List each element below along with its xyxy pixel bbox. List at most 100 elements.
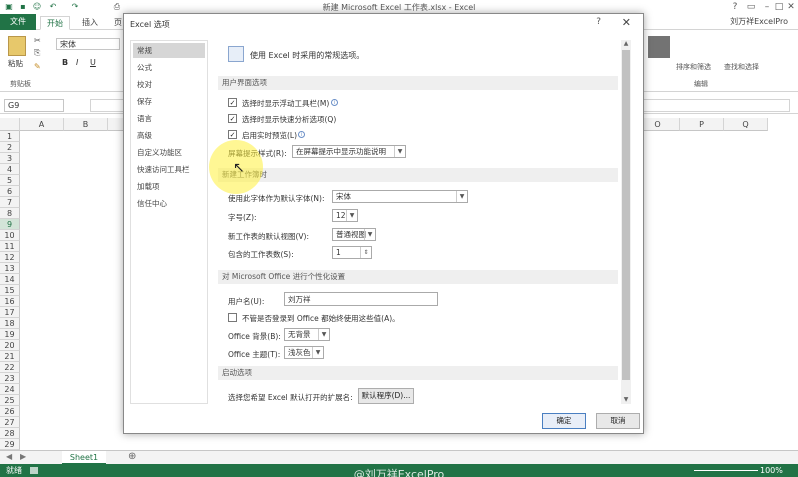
- chevron-down-icon: ▼: [456, 191, 467, 202]
- always-use-checkbox[interactable]: [228, 313, 237, 322]
- row-header[interactable]: 24: [0, 384, 20, 395]
- logo-watermark-icon: [648, 36, 670, 58]
- ok-button[interactable]: 确定: [542, 413, 586, 429]
- copy-icon[interactable]: ⎘: [34, 48, 40, 58]
- column-header[interactable]: Q: [724, 118, 768, 131]
- default-font-label: 使用此字体作为默认字体(N):: [228, 194, 325, 203]
- font-name-box[interactable]: 宋体: [56, 38, 120, 50]
- row-header[interactable]: 21: [0, 351, 20, 362]
- paste-icon[interactable]: [8, 36, 26, 56]
- clipboard-group-label: 剪贴板: [10, 80, 31, 88]
- theme-select[interactable]: 浅灰色 ▼: [284, 346, 324, 359]
- row-header[interactable]: 28: [0, 428, 20, 439]
- underline-button[interactable]: U: [90, 58, 96, 67]
- row-header[interactable]: 9: [0, 219, 20, 230]
- scrollbar-thumb[interactable]: [622, 50, 630, 380]
- row-header[interactable]: 18: [0, 318, 20, 329]
- dialog-help-button[interactable]: ?: [596, 17, 601, 27]
- row-header[interactable]: 6: [0, 186, 20, 197]
- nav-item-add-ins[interactable]: 加载项: [133, 179, 205, 194]
- row-header[interactable]: 13: [0, 263, 20, 274]
- row-header[interactable]: 4: [0, 164, 20, 175]
- screentip-select[interactable]: 在屏幕提示中显示功能说明 ▼: [292, 145, 406, 158]
- nav-item-formulas[interactable]: 公式: [133, 60, 205, 75]
- nav-item-customize-ribbon[interactable]: 自定义功能区: [133, 145, 205, 160]
- cancel-button[interactable]: 取消: [596, 413, 640, 429]
- italic-button[interactable]: I: [76, 58, 78, 67]
- nav-item-save[interactable]: 保存: [133, 94, 205, 109]
- close-icon[interactable]: ✕: [784, 1, 798, 13]
- format-painter-icon[interactable]: ✎: [34, 62, 41, 71]
- section-new-workbook: 新建工作簿时: [218, 168, 618, 182]
- sheet-scroll-right-icon[interactable]: ▶: [20, 452, 26, 461]
- nav-item-advanced[interactable]: 高级: [133, 128, 205, 143]
- nav-item-trust-center[interactable]: 信任中心: [133, 196, 205, 211]
- default-view-select[interactable]: 普通视图 ▼: [332, 228, 376, 241]
- section-ui-options: 用户界面选项: [218, 76, 618, 90]
- select-all-corner[interactable]: [0, 118, 20, 131]
- excel-window-title: 新建 Microsoft Excel 工作表.xlsx - Excel: [322, 3, 476, 12]
- quick-analysis-checkbox[interactable]: ✓: [228, 114, 237, 123]
- options-scrollbar[interactable]: ▲ ▼: [621, 40, 631, 404]
- row-header[interactable]: 1: [0, 131, 20, 142]
- sheet-count-stepper[interactable]: 1 ⇕: [332, 246, 372, 259]
- row-header[interactable]: 25: [0, 395, 20, 406]
- bold-button[interactable]: B: [62, 58, 68, 67]
- row-header[interactable]: 5: [0, 175, 20, 186]
- section-startup: 启动选项: [218, 366, 618, 380]
- cut-icon[interactable]: ✂: [34, 36, 41, 45]
- row-header[interactable]: 17: [0, 307, 20, 318]
- tab-home[interactable]: 开始: [40, 16, 70, 30]
- row-header[interactable]: 14: [0, 274, 20, 285]
- account-name[interactable]: 刘万祥ExcelPro: [730, 16, 788, 27]
- row-header[interactable]: 23: [0, 373, 20, 384]
- tab-file[interactable]: 文件: [0, 14, 36, 30]
- username-input[interactable]: 刘万祥: [284, 292, 438, 306]
- find-select-label[interactable]: 查找和选择: [724, 62, 759, 72]
- default-programs-button[interactable]: 默认程序(D)...: [358, 388, 414, 404]
- help-icon[interactable]: ?: [728, 1, 742, 13]
- row-header[interactable]: 11: [0, 241, 20, 252]
- mini-toolbar-checkbox[interactable]: ✓: [228, 98, 237, 107]
- column-header[interactable]: P: [680, 118, 724, 131]
- row-header[interactable]: 3: [0, 153, 20, 164]
- sheet-count-label: 包含的工作表数(S):: [228, 250, 294, 259]
- row-header[interactable]: 7: [0, 197, 20, 208]
- column-header[interactable]: A: [20, 118, 64, 131]
- row-header[interactable]: 27: [0, 417, 20, 428]
- row-header[interactable]: 19: [0, 329, 20, 340]
- row-header[interactable]: 10: [0, 230, 20, 241]
- default-font-select[interactable]: 宋体 ▼: [332, 190, 468, 203]
- row-header[interactable]: 29: [0, 439, 20, 450]
- row-header[interactable]: 12: [0, 252, 20, 263]
- scroll-down-icon[interactable]: ▼: [621, 396, 631, 404]
- font-size-select[interactable]: 12 ▼: [332, 209, 358, 222]
- chevron-down-icon: ▼: [346, 210, 357, 221]
- chevron-down-icon: ▼: [318, 329, 329, 340]
- row-header[interactable]: 20: [0, 340, 20, 351]
- nav-item-general[interactable]: 常规: [133, 43, 205, 58]
- row-header[interactable]: 26: [0, 406, 20, 417]
- name-box[interactable]: G9: [4, 99, 64, 112]
- row-header[interactable]: 16: [0, 296, 20, 307]
- row-header[interactable]: 22: [0, 362, 20, 373]
- new-sheet-icon[interactable]: ⊕: [128, 451, 136, 462]
- sort-filter-label[interactable]: 排序和筛选: [676, 62, 711, 72]
- column-header[interactable]: B: [64, 118, 108, 131]
- ribbon-display-icon[interactable]: ▭: [744, 1, 758, 13]
- nav-item-proofing[interactable]: 校对: [133, 77, 205, 92]
- scroll-up-icon[interactable]: ▲: [621, 40, 631, 48]
- quick-analysis-label: 选择时显示快速分析选项(Q): [242, 115, 337, 124]
- sheet-scroll-left-icon[interactable]: ◀: [6, 452, 12, 461]
- tab-insert[interactable]: 插入: [76, 16, 104, 30]
- nav-item-quick-access[interactable]: 快速访问工具栏: [133, 162, 205, 177]
- nav-item-language[interactable]: 语言: [133, 111, 205, 126]
- live-preview-checkbox[interactable]: ✓: [228, 130, 237, 139]
- dialog-close-button[interactable]: ✕: [622, 16, 631, 29]
- spin-arrows-icon[interactable]: ⇕: [360, 247, 371, 258]
- sheet-tab[interactable]: Sheet1: [62, 451, 106, 465]
- background-select[interactable]: 无背景 ▼: [284, 328, 330, 341]
- row-header[interactable]: 8: [0, 208, 20, 219]
- row-header[interactable]: 2: [0, 142, 20, 153]
- row-header[interactable]: 15: [0, 285, 20, 296]
